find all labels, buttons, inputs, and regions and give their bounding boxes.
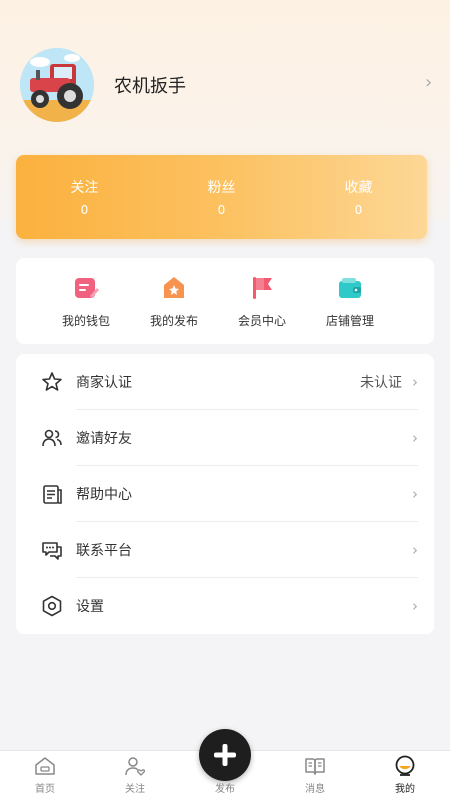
stat-value: 0	[217, 203, 226, 217]
tab-label: 关注	[125, 784, 145, 795]
tab-messages[interactable]: 消息	[270, 751, 360, 800]
menu-item-label: 联系平台	[76, 543, 132, 559]
menu-item-help-center[interactable]: 帮助中心 ›	[16, 466, 434, 522]
chevron-right-icon: ›	[412, 373, 418, 391]
quick-action-membership[interactable]: 会员中心	[218, 258, 306, 344]
tractor-icon	[20, 48, 94, 122]
publish-plus-button[interactable]	[199, 729, 251, 781]
tab-label: 首页	[35, 784, 55, 795]
quick-action-label: 会员中心	[237, 314, 286, 328]
plus-icon	[214, 744, 236, 766]
chevron-right-icon: ›	[412, 485, 418, 503]
stats-card: 关注 0 粉丝 0 收藏 0	[16, 155, 427, 239]
quick-action-label: 我的发布	[149, 314, 198, 328]
stat-fans[interactable]: 粉丝 0	[153, 155, 290, 239]
chevron-right-icon: ›	[412, 541, 418, 559]
stat-favorites[interactable]: 收藏 0	[290, 155, 427, 239]
star-icon	[42, 372, 62, 391]
menu-item-invite-friends[interactable]: 邀请好友 ›	[16, 410, 434, 466]
tab-home[interactable]: 首页	[0, 751, 90, 800]
quick-action-wallet[interactable]: 我的钱包	[42, 258, 130, 344]
flag-icon	[253, 277, 272, 299]
menu-item-contact-platform[interactable]: 联系平台 ›	[16, 522, 434, 578]
quick-action-label: 店铺管理	[325, 314, 374, 328]
menu-item-settings[interactable]: 设置 ›	[16, 578, 434, 634]
chevron-right-icon: ›	[412, 597, 418, 615]
menu-item-label: 邀请好友	[76, 431, 132, 447]
follow-icon	[125, 757, 146, 776]
profile-header[interactable]: 农机扳手 ›	[0, 40, 450, 125]
profile-icon	[395, 755, 415, 776]
message-icon	[305, 758, 325, 775]
stat-label: 关注	[70, 180, 99, 196]
tab-label: 我的	[395, 784, 415, 795]
menu-item-label: 商家认证	[76, 375, 132, 391]
menu-list: 商家认证 未认证 › 邀请好友 › 帮助中心 › 联系平台 › 设置 ›	[16, 354, 434, 634]
quick-actions: 我的钱包 我的发布 会员中心 店铺管理	[16, 258, 434, 344]
stat-value: 0	[354, 203, 363, 217]
home-icon	[35, 757, 55, 775]
tab-label: 发布	[215, 784, 235, 795]
stat-label: 收藏	[344, 180, 373, 196]
wallet-icon	[75, 278, 99, 298]
tab-label: 消息	[305, 784, 325, 795]
publish-icon	[164, 277, 184, 298]
username: 农机扳手	[114, 76, 186, 97]
menu-item-label: 帮助中心	[76, 487, 132, 503]
stat-label: 粉丝	[207, 180, 236, 196]
quick-action-publish[interactable]: 我的发布	[130, 258, 218, 344]
menu-item-label: 设置	[76, 599, 104, 615]
store-icon	[339, 278, 361, 298]
users-icon	[42, 429, 62, 447]
chat-icon	[42, 542, 62, 560]
avatar[interactable]	[20, 48, 94, 122]
settings-icon	[42, 595, 62, 617]
stat-following[interactable]: 关注 0	[16, 155, 153, 239]
tab-profile[interactable]: 我的	[360, 751, 450, 800]
quick-action-store[interactable]: 店铺管理	[306, 258, 394, 344]
stat-value: 0	[80, 203, 89, 217]
quick-action-label: 我的钱包	[61, 314, 110, 328]
chevron-right-icon[interactable]: ›	[425, 72, 432, 93]
menu-item-merchant-certification[interactable]: 商家认证 未认证 ›	[16, 354, 434, 410]
certification-status: 未认证	[360, 375, 402, 391]
help-doc-icon	[43, 485, 62, 504]
tab-follow[interactable]: 关注	[90, 751, 180, 800]
chevron-right-icon: ›	[412, 429, 418, 447]
